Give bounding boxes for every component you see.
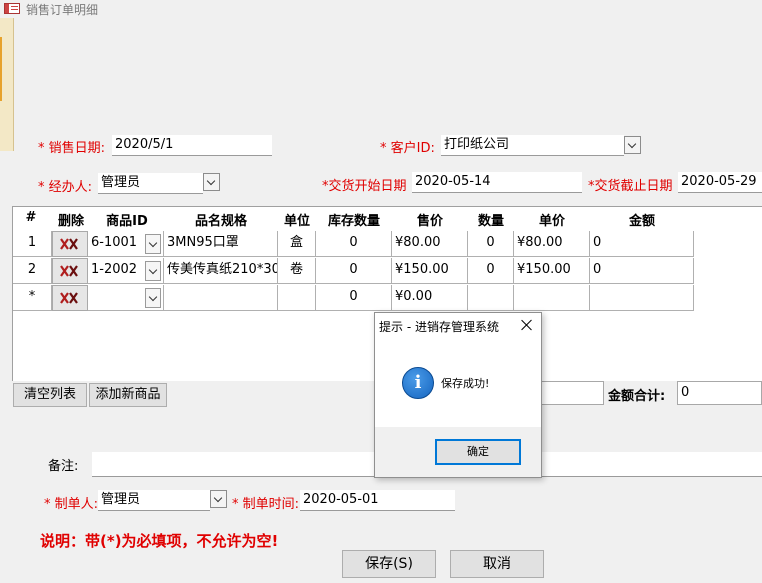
row-number: 1 bbox=[13, 231, 52, 257]
maker-dropdown-button[interactable] bbox=[210, 490, 227, 508]
amount-cell[interactable]: 0 bbox=[590, 258, 694, 284]
row-number: 2 bbox=[13, 258, 52, 284]
cancel-button[interactable]: 取消 bbox=[450, 550, 544, 578]
form-icon bbox=[4, 3, 20, 14]
required-fields-note: 说明：带(*)为必填项，不允许为空! bbox=[40, 532, 279, 550]
sale-date-field[interactable]: 2020/5/1 bbox=[112, 135, 272, 156]
column-header-sale-price: 售价 bbox=[416, 214, 443, 229]
product-name-cell[interactable] bbox=[164, 285, 278, 311]
quantity-cell[interactable]: 0 bbox=[468, 258, 514, 284]
handler-dropdown-button[interactable] bbox=[203, 173, 220, 191]
column-header-unit: 单位 bbox=[283, 214, 310, 229]
maker-label: * 制单人: bbox=[44, 497, 99, 512]
product-id-dropdown-button[interactable] bbox=[145, 288, 161, 308]
stock-cell[interactable]: 0 bbox=[316, 285, 392, 311]
handler-label: * 经办人: bbox=[38, 180, 93, 195]
column-header-delete: 删除 bbox=[57, 214, 84, 229]
dialog-message: 保存成功! bbox=[441, 377, 490, 390]
sale-price-cell[interactable]: ¥0.00 bbox=[392, 285, 468, 311]
product-id-dropdown-button[interactable] bbox=[145, 234, 161, 254]
delete-row-button[interactable] bbox=[52, 258, 88, 284]
row-number: * bbox=[13, 285, 52, 311]
unit-price-cell[interactable] bbox=[514, 285, 590, 311]
customer-dropdown-button[interactable] bbox=[624, 136, 641, 154]
stock-cell[interactable]: 0 bbox=[316, 231, 392, 257]
unit-cell[interactable] bbox=[278, 285, 316, 311]
column-header-unit-price: 单价 bbox=[538, 214, 565, 229]
product-id-dropdown-button[interactable] bbox=[145, 261, 161, 281]
sale-price-cell[interactable]: ¥150.00 bbox=[392, 258, 468, 284]
customer-label: * 客户ID: bbox=[380, 141, 435, 156]
delivery-start-field[interactable]: 2020-05-14 bbox=[412, 172, 582, 193]
amount-cell[interactable] bbox=[590, 285, 694, 311]
dialog-title: 提示 - 进销存管理系统 bbox=[379, 320, 499, 334]
delivery-end-label: *交货截止日期 bbox=[588, 179, 673, 194]
delivery-start-label: *交货开始日期 bbox=[322, 179, 407, 194]
maker-field[interactable]: 管理员 bbox=[98, 490, 210, 511]
message-dialog: 提示 - 进销存管理系统 i 保存成功! 确定 bbox=[374, 312, 542, 478]
column-header-product-name: 品名规格 bbox=[194, 214, 247, 229]
sale-date-label: * 销售日期: bbox=[38, 141, 106, 156]
column-header-amount: 金额 bbox=[628, 214, 655, 229]
add-product-button[interactable]: 添加新商品 bbox=[89, 383, 167, 407]
handler-field[interactable]: 管理员 bbox=[98, 173, 203, 194]
column-header-quantity: 数量 bbox=[477, 214, 504, 229]
unit-cell[interactable]: 卷 bbox=[278, 258, 316, 284]
unit-price-cell[interactable]: ¥80.00 bbox=[514, 231, 590, 257]
close-icon[interactable] bbox=[518, 316, 536, 334]
save-button[interactable]: 保存(S) bbox=[342, 550, 436, 578]
unit-price-cell[interactable]: ¥150.00 bbox=[514, 258, 590, 284]
delete-icon bbox=[60, 238, 78, 250]
delete-row-button[interactable] bbox=[52, 285, 88, 311]
stock-cell[interactable]: 0 bbox=[316, 258, 392, 284]
customer-field[interactable]: 打印纸公司 bbox=[441, 135, 624, 156]
amount-cell[interactable]: 0 bbox=[590, 231, 694, 257]
sale-price-cell[interactable]: ¥80.00 bbox=[392, 231, 468, 257]
info-icon: i bbox=[402, 367, 434, 399]
window-title: 销售订单明细 bbox=[26, 3, 99, 17]
navigation-strip-marker bbox=[0, 37, 2, 101]
summary-field[interactable] bbox=[536, 381, 604, 405]
make-time-label: * 制单时间: bbox=[232, 497, 300, 512]
column-header-product-id: 商品ID bbox=[106, 214, 148, 229]
quantity-cell[interactable] bbox=[468, 285, 514, 311]
total-amount-label: 金额合计: bbox=[608, 389, 666, 404]
remark-label: 备注: bbox=[48, 459, 79, 474]
unit-cell[interactable]: 盒 bbox=[278, 231, 316, 257]
ok-button[interactable]: 确定 bbox=[435, 439, 521, 465]
delete-row-button[interactable] bbox=[52, 231, 88, 257]
quantity-cell[interactable]: 0 bbox=[468, 231, 514, 257]
title-bar bbox=[0, 0, 762, 18]
delivery-end-field[interactable]: 2020-05-29 bbox=[678, 172, 762, 193]
delete-icon bbox=[60, 265, 78, 277]
column-header-number: # bbox=[25, 210, 37, 225]
make-time-field[interactable]: 2020-05-01 bbox=[300, 490, 455, 511]
product-name-cell[interactable]: 3MN95口罩 bbox=[164, 231, 278, 257]
delete-icon bbox=[60, 292, 78, 304]
total-amount-field[interactable]: 0 bbox=[677, 381, 762, 405]
product-name-cell[interactable]: 传美传真纸210*30 bbox=[164, 258, 278, 284]
navigation-strip bbox=[0, 18, 14, 151]
clear-list-button[interactable]: 清空列表 bbox=[13, 383, 87, 407]
column-header-stock: 库存数量 bbox=[327, 214, 380, 229]
